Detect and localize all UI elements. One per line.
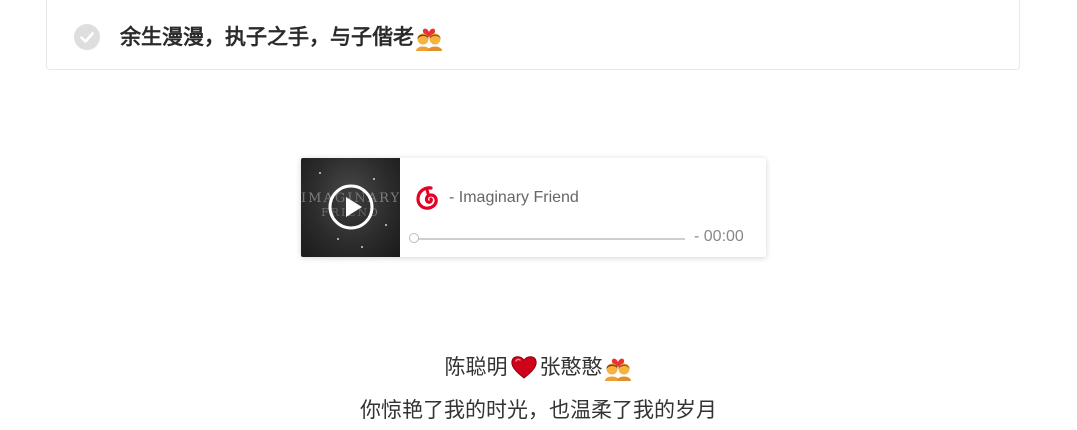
time-display: - 00:00 (694, 228, 744, 245)
cover-star (373, 178, 375, 180)
check-circle-icon (74, 24, 100, 50)
cover-star (361, 246, 363, 248)
motto-line: 余生漫漫，执子之手，与子偕老 (120, 21, 444, 53)
motto-card: 余生漫漫，执子之手，与子偕老 (46, 0, 1020, 70)
album-cover: IMAGINARY FRIEND (301, 158, 400, 257)
heart-icon (510, 356, 537, 379)
couple-with-heart-icon (604, 358, 631, 381)
progress-bar[interactable] (415, 238, 685, 240)
page: 余生漫漫，执子之手，与子偕老 IMAGINARY FRIEND (0, 0, 1077, 430)
name-right: 张憨憨 (539, 355, 603, 379)
cover-star (385, 224, 387, 226)
love-quote: 你惊艳了我的时光，也温柔了我的岁月 (360, 398, 717, 422)
cover-star (337, 238, 339, 240)
couple-with-heart-icon (416, 28, 442, 51)
netease-cloud-music-icon (416, 186, 438, 210)
play-icon[interactable] (327, 183, 375, 231)
music-player: IMAGINARY FRIEND - Imaginary Friend - 00… (301, 158, 766, 257)
couple-names: 陈聪明 张憨憨 (0, 350, 1077, 384)
progress-handle[interactable] (409, 233, 419, 243)
track-title: - Imaginary Friend (449, 189, 579, 206)
cover-star (319, 172, 321, 174)
motto-text: 余生漫漫，执子之手，与子偕老 (120, 25, 414, 49)
name-left: 陈聪明 (444, 355, 508, 379)
